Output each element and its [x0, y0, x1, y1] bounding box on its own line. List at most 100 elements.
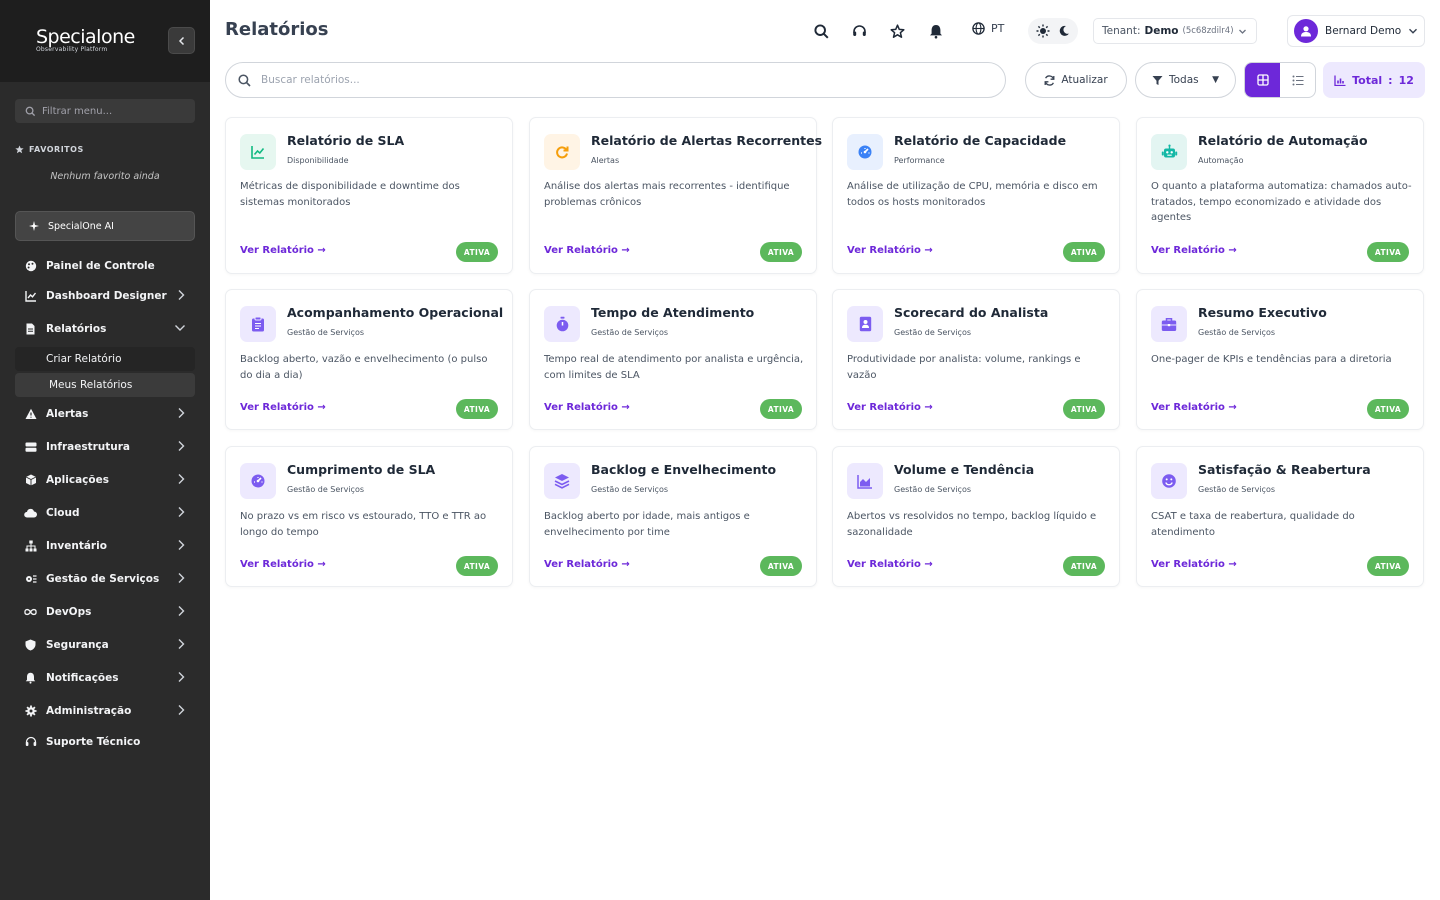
- sidebar-item-notificacoes[interactable]: Notificações: [24, 668, 194, 688]
- chevron-down-icon: [175, 325, 185, 331]
- report-card[interactable]: Volume e Tendência Gestão de Serviços Ab…: [832, 446, 1120, 587]
- sidebar-item-painel[interactable]: Painel de Controle: [24, 256, 194, 276]
- report-card[interactable]: Scorecard do Analista Gestão de Serviços…: [832, 289, 1120, 430]
- robot-icon: [1151, 134, 1187, 170]
- sidebar-item-inventario[interactable]: Inventário: [24, 536, 194, 556]
- sidebar-item-label: Notificações: [46, 672, 119, 684]
- chevron-right-icon: [178, 540, 185, 550]
- report-card[interactable]: Tempo de Atendimento Gestão de Serviços …: [529, 289, 817, 430]
- tenant-name: Demo: [1144, 25, 1179, 37]
- chevron-down-icon: [1409, 28, 1418, 34]
- search-button[interactable]: [812, 22, 830, 40]
- sidebar-item-aplicacoes[interactable]: Aplicações: [24, 470, 194, 490]
- page-title: Relatórios: [225, 19, 329, 40]
- filter-menu-input[interactable]: Filtrar menu...: [15, 99, 195, 123]
- sidebar-item-seguranca[interactable]: Segurança: [24, 635, 194, 655]
- report-card[interactable]: Relatório de Capacidade Performance Anál…: [832, 117, 1120, 274]
- view-report-link[interactable]: Ver Relatório →: [544, 559, 630, 570]
- favorites-button[interactable]: [888, 22, 906, 40]
- gauge-icon: [847, 134, 883, 170]
- tenant-selector[interactable]: Tenant: Demo (5c68zdilr4): [1093, 18, 1257, 44]
- chevron-right-icon: [178, 606, 185, 616]
- sidebar-item-label: DevOps: [46, 606, 92, 618]
- sidebar-item-label: Alertas: [46, 408, 89, 420]
- sidebar-item-cloud[interactable]: Cloud: [24, 503, 194, 523]
- report-category: Gestão de Serviços: [1198, 485, 1276, 494]
- status-badge: ATIVA: [1367, 242, 1409, 262]
- chevron-down-icon: [1238, 29, 1246, 34]
- report-description: Métricas de disponibilidade e downtime d…: [240, 181, 460, 208]
- notifications-button[interactable]: [927, 22, 945, 40]
- view-report-link[interactable]: Ver Relatório →: [847, 559, 933, 570]
- report-title: Relatório de Automação: [1198, 133, 1368, 148]
- sidebar-item-suporte[interactable]: Suporte Técnico: [24, 732, 194, 752]
- logo[interactable]: Specialone Observability Platform: [36, 26, 135, 53]
- sidebar-item-gestao-servicos[interactable]: Gestão de Serviços: [24, 569, 194, 589]
- user-name: Bernard Demo: [1325, 25, 1402, 37]
- view-report-link[interactable]: Ver Relatório →: [240, 245, 326, 256]
- report-title: Scorecard do Analista: [894, 305, 1049, 320]
- view-report-link[interactable]: Ver Relatório →: [847, 402, 933, 413]
- view-report-link[interactable]: Ver Relatório →: [1151, 402, 1237, 413]
- sidebar-item-infraestrutura[interactable]: Infraestrutura: [24, 437, 194, 457]
- sidebar-item-dashboard-designer[interactable]: Dashboard Designer: [24, 286, 194, 306]
- report-title: Satisfação & Reabertura: [1198, 462, 1371, 477]
- report-category: Disponibilidade: [287, 156, 349, 165]
- report-title: Cumprimento de SLA: [287, 462, 436, 477]
- refresh-icon: [1044, 74, 1055, 86]
- smile-icon: [1151, 463, 1187, 499]
- collapse-sidebar-button[interactable]: [168, 27, 195, 54]
- view-report-link[interactable]: Ver Relatório →: [240, 402, 326, 413]
- view-report-link[interactable]: Ver Relatório →: [1151, 559, 1237, 570]
- report-card[interactable]: Satisfação & Reabertura Gestão de Serviç…: [1136, 446, 1424, 587]
- cube-icon: [24, 474, 37, 487]
- view-report-link[interactable]: Ver Relatório →: [1151, 245, 1237, 256]
- report-description: Backlog aberto por idade, mais antigos e…: [544, 511, 750, 538]
- view-report-link[interactable]: Ver Relatório →: [544, 245, 630, 256]
- grid-view-button[interactable]: [1245, 63, 1280, 97]
- bell-icon: [24, 672, 37, 685]
- search-icon: [813, 23, 829, 39]
- sidebar-item-devops[interactable]: DevOps: [24, 602, 194, 622]
- sidebar-item-label: Suporte Técnico: [46, 736, 141, 748]
- sidebar-item-alertas[interactable]: Alertas: [24, 404, 194, 424]
- search-input[interactable]: [261, 74, 961, 86]
- view-report-link[interactable]: Ver Relatório →: [847, 245, 933, 256]
- view-report-link[interactable]: Ver Relatório →: [240, 559, 326, 570]
- report-category: Alertas: [591, 156, 620, 165]
- language-selector[interactable]: PT: [972, 22, 1004, 35]
- search-bar[interactable]: [225, 62, 1006, 98]
- chevron-right-icon: [178, 639, 185, 649]
- total-separator: :: [1388, 73, 1393, 87]
- sidebar-item-relatorios[interactable]: Relatórios: [24, 319, 194, 339]
- status-badge: ATIVA: [1063, 556, 1105, 576]
- report-description: No prazo vs em risco vs estourado, TTO e…: [240, 511, 487, 538]
- report-card[interactable]: Relatório de SLA Disponibilidade Métrica…: [225, 117, 513, 274]
- user-menu[interactable]: Bernard Demo: [1287, 15, 1425, 47]
- refresh-button[interactable]: Atualizar: [1025, 62, 1127, 98]
- view-report-link[interactable]: Ver Relatório →: [544, 402, 630, 413]
- report-category: Gestão de Serviços: [591, 328, 669, 337]
- headset-icon: [852, 24, 866, 36]
- sidebar-item-administracao[interactable]: Administração: [24, 701, 194, 721]
- chevron-right-icon: [178, 507, 185, 517]
- specialone-ai-button[interactable]: SpecialOne AI: [15, 211, 195, 241]
- theme-toggle[interactable]: [1028, 18, 1078, 44]
- report-card[interactable]: Backlog e Envelhecimento Gestão de Servi…: [529, 446, 817, 587]
- report-category: Gestão de Serviços: [894, 328, 972, 337]
- shield-icon: [24, 639, 37, 652]
- sidebar-item-criar-relatorio[interactable]: Criar Relatório: [15, 347, 195, 371]
- favorites-title: FAVORITOS: [15, 145, 84, 154]
- report-card[interactable]: Relatório de Automação Automação O quant…: [1136, 117, 1424, 274]
- report-card[interactable]: Acompanhamento Operacional Gestão de Ser…: [225, 289, 513, 430]
- filter-icon: [1152, 75, 1163, 85]
- support-button[interactable]: [850, 22, 868, 40]
- list-view-button[interactable]: [1280, 63, 1315, 97]
- category-filter-select[interactable]: Todas ▼: [1135, 62, 1236, 98]
- sidebar-item-meus-relatorios[interactable]: Meus Relatórios: [15, 373, 195, 397]
- report-card[interactable]: Cumprimento de SLA Gestão de Serviços No…: [225, 446, 513, 587]
- report-card[interactable]: Relatório de Alertas Recorrentes Alertas…: [529, 117, 822, 274]
- report-card[interactable]: Resumo Executivo Gestão de Serviços One-…: [1136, 289, 1424, 430]
- chart-line-icon: [24, 290, 37, 303]
- status-badge: ATIVA: [456, 556, 498, 576]
